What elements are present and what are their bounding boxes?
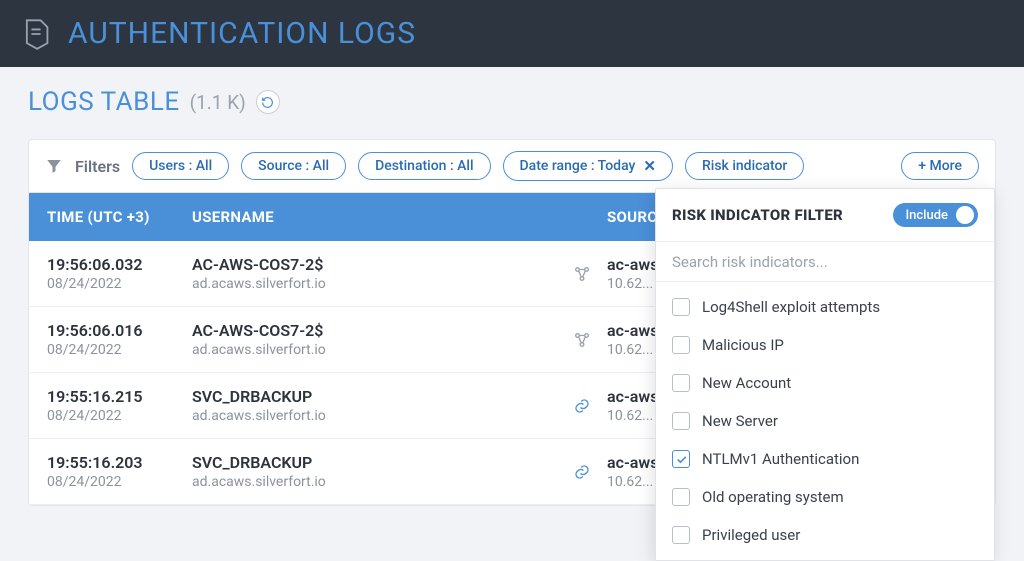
domain-value: ad.acaws.silverfort.io <box>192 474 567 490</box>
cell-time: 19:55:16.203 08/24/2022 <box>47 453 192 490</box>
filter-chip-users[interactable]: Users : All <box>132 152 229 180</box>
table-title: LOGS TABLE <box>28 87 180 117</box>
row-count: (1.1 K) <box>190 91 246 114</box>
toggle-knob <box>956 206 974 224</box>
domain-value: ad.acaws.silverfort.io <box>192 408 567 424</box>
checkbox[interactable] <box>672 488 690 506</box>
filter-chip-destination[interactable]: Destination : All <box>358 152 490 180</box>
checkbox[interactable] <box>672 336 690 354</box>
filters-label: Filters <box>75 157 120 176</box>
cell-time: 19:55:16.215 08/24/2022 <box>47 387 192 424</box>
filter-chip-source[interactable]: Source : All <box>241 152 346 180</box>
cell-time: 19:56:06.016 08/24/2022 <box>47 321 192 358</box>
search-input[interactable] <box>672 253 978 271</box>
risk-option-label: NTLMv1 Authentication <box>702 450 859 468</box>
include-toggle-label: Include <box>905 208 948 223</box>
funnel-icon <box>45 157 63 175</box>
column-time[interactable]: TIME (UTC +3) <box>47 208 192 226</box>
risk-indicator-filter-popover: RISK INDICATOR FILTER Include Log4Shell … <box>655 188 995 561</box>
username-value: SVC_DRBACKUP <box>192 387 567 406</box>
date-value: 08/24/2022 <box>47 474 192 490</box>
content-area: LOGS TABLE (1.1 K) Filters Users : All S… <box>0 67 1024 526</box>
time-value: 19:55:16.215 <box>47 387 192 406</box>
popover-options-list: Log4Shell exploit attempts Malicious IP Ne… <box>656 282 994 560</box>
username-value: AC-AWS-COS7-2$ <box>192 321 567 340</box>
cell-username: SVC_DRBACKUP ad.acaws.silverfort.io <box>192 453 567 490</box>
close-icon[interactable]: ✕ <box>643 157 656 175</box>
date-value: 08/24/2022 <box>47 342 192 358</box>
checkbox[interactable] <box>672 374 690 392</box>
include-toggle[interactable]: Include <box>893 203 978 227</box>
risk-option[interactable]: New Server <box>656 402 994 440</box>
risk-option-label: New Server <box>702 412 778 430</box>
risk-option-label: Old operating system <box>702 488 844 506</box>
risk-option-label: Log4Shell exploit attempts <box>702 298 880 316</box>
cell-username: AC-AWS-COS7-2$ ad.acaws.silverfort.io <box>192 321 567 358</box>
username-value: SVC_DRBACKUP <box>192 453 567 472</box>
domain-value: ad.acaws.silverfort.io <box>192 342 567 358</box>
refresh-icon <box>261 96 274 109</box>
cell-time: 19:56:06.032 08/24/2022 <box>47 255 192 292</box>
row-type-icon <box>567 463 597 481</box>
logs-table: Filters Users : All Source : All Destina… <box>28 139 996 506</box>
refresh-button[interactable] <box>256 90 280 114</box>
username-value: AC-AWS-COS7-2$ <box>192 255 567 274</box>
checkbox[interactable] <box>672 450 690 468</box>
risk-option-label: Privileged user <box>702 526 800 544</box>
risk-option-label: Malicious IP <box>702 336 784 354</box>
popover-title: RISK INDICATOR FILTER <box>672 206 843 224</box>
document-icon <box>22 18 50 50</box>
row-type-icon <box>567 265 597 283</box>
time-value: 19:56:06.016 <box>47 321 192 340</box>
more-filters-button[interactable]: + More <box>901 152 979 180</box>
checkbox[interactable] <box>672 298 690 316</box>
risk-option[interactable]: NTLMv1 Authentication <box>656 440 994 478</box>
risk-option[interactable]: Old operating system <box>656 478 994 516</box>
risk-option-label: New Account <box>702 374 791 392</box>
risk-option[interactable]: Malicious IP <box>656 326 994 364</box>
table-heading: LOGS TABLE (1.1 K) <box>28 87 996 117</box>
filter-chip-risk-indicator[interactable]: Risk indicator <box>685 152 804 180</box>
row-type-icon <box>567 397 597 415</box>
filter-chip-date-range[interactable]: Date range : Today ✕ <box>503 151 673 181</box>
risk-option[interactable]: Log4Shell exploit attempts <box>656 288 994 326</box>
checkbox[interactable] <box>672 412 690 430</box>
date-value: 08/24/2022 <box>47 408 192 424</box>
cell-username: AC-AWS-COS7-2$ ad.acaws.silverfort.io <box>192 255 567 292</box>
column-username[interactable]: USERNAME <box>192 208 597 226</box>
time-value: 19:56:06.032 <box>47 255 192 274</box>
filter-chip-date-range-label: Date range : Today <box>520 158 636 174</box>
filters-bar: Filters Users : All Source : All Destina… <box>29 140 995 193</box>
popover-search <box>656 242 994 282</box>
popover-header: RISK INDICATOR FILTER Include <box>656 189 994 242</box>
page-title: AUTHENTICATION LOGS <box>68 16 416 51</box>
checkbox[interactable] <box>672 526 690 544</box>
risk-option[interactable]: Privileged user <box>656 516 994 554</box>
app-header: AUTHENTICATION LOGS <box>0 0 1024 67</box>
risk-option[interactable]: New Account <box>656 364 994 402</box>
cell-username: SVC_DRBACKUP ad.acaws.silverfort.io <box>192 387 567 424</box>
date-value: 08/24/2022 <box>47 276 192 292</box>
time-value: 19:55:16.203 <box>47 453 192 472</box>
domain-value: ad.acaws.silverfort.io <box>192 276 567 292</box>
row-type-icon <box>567 331 597 349</box>
